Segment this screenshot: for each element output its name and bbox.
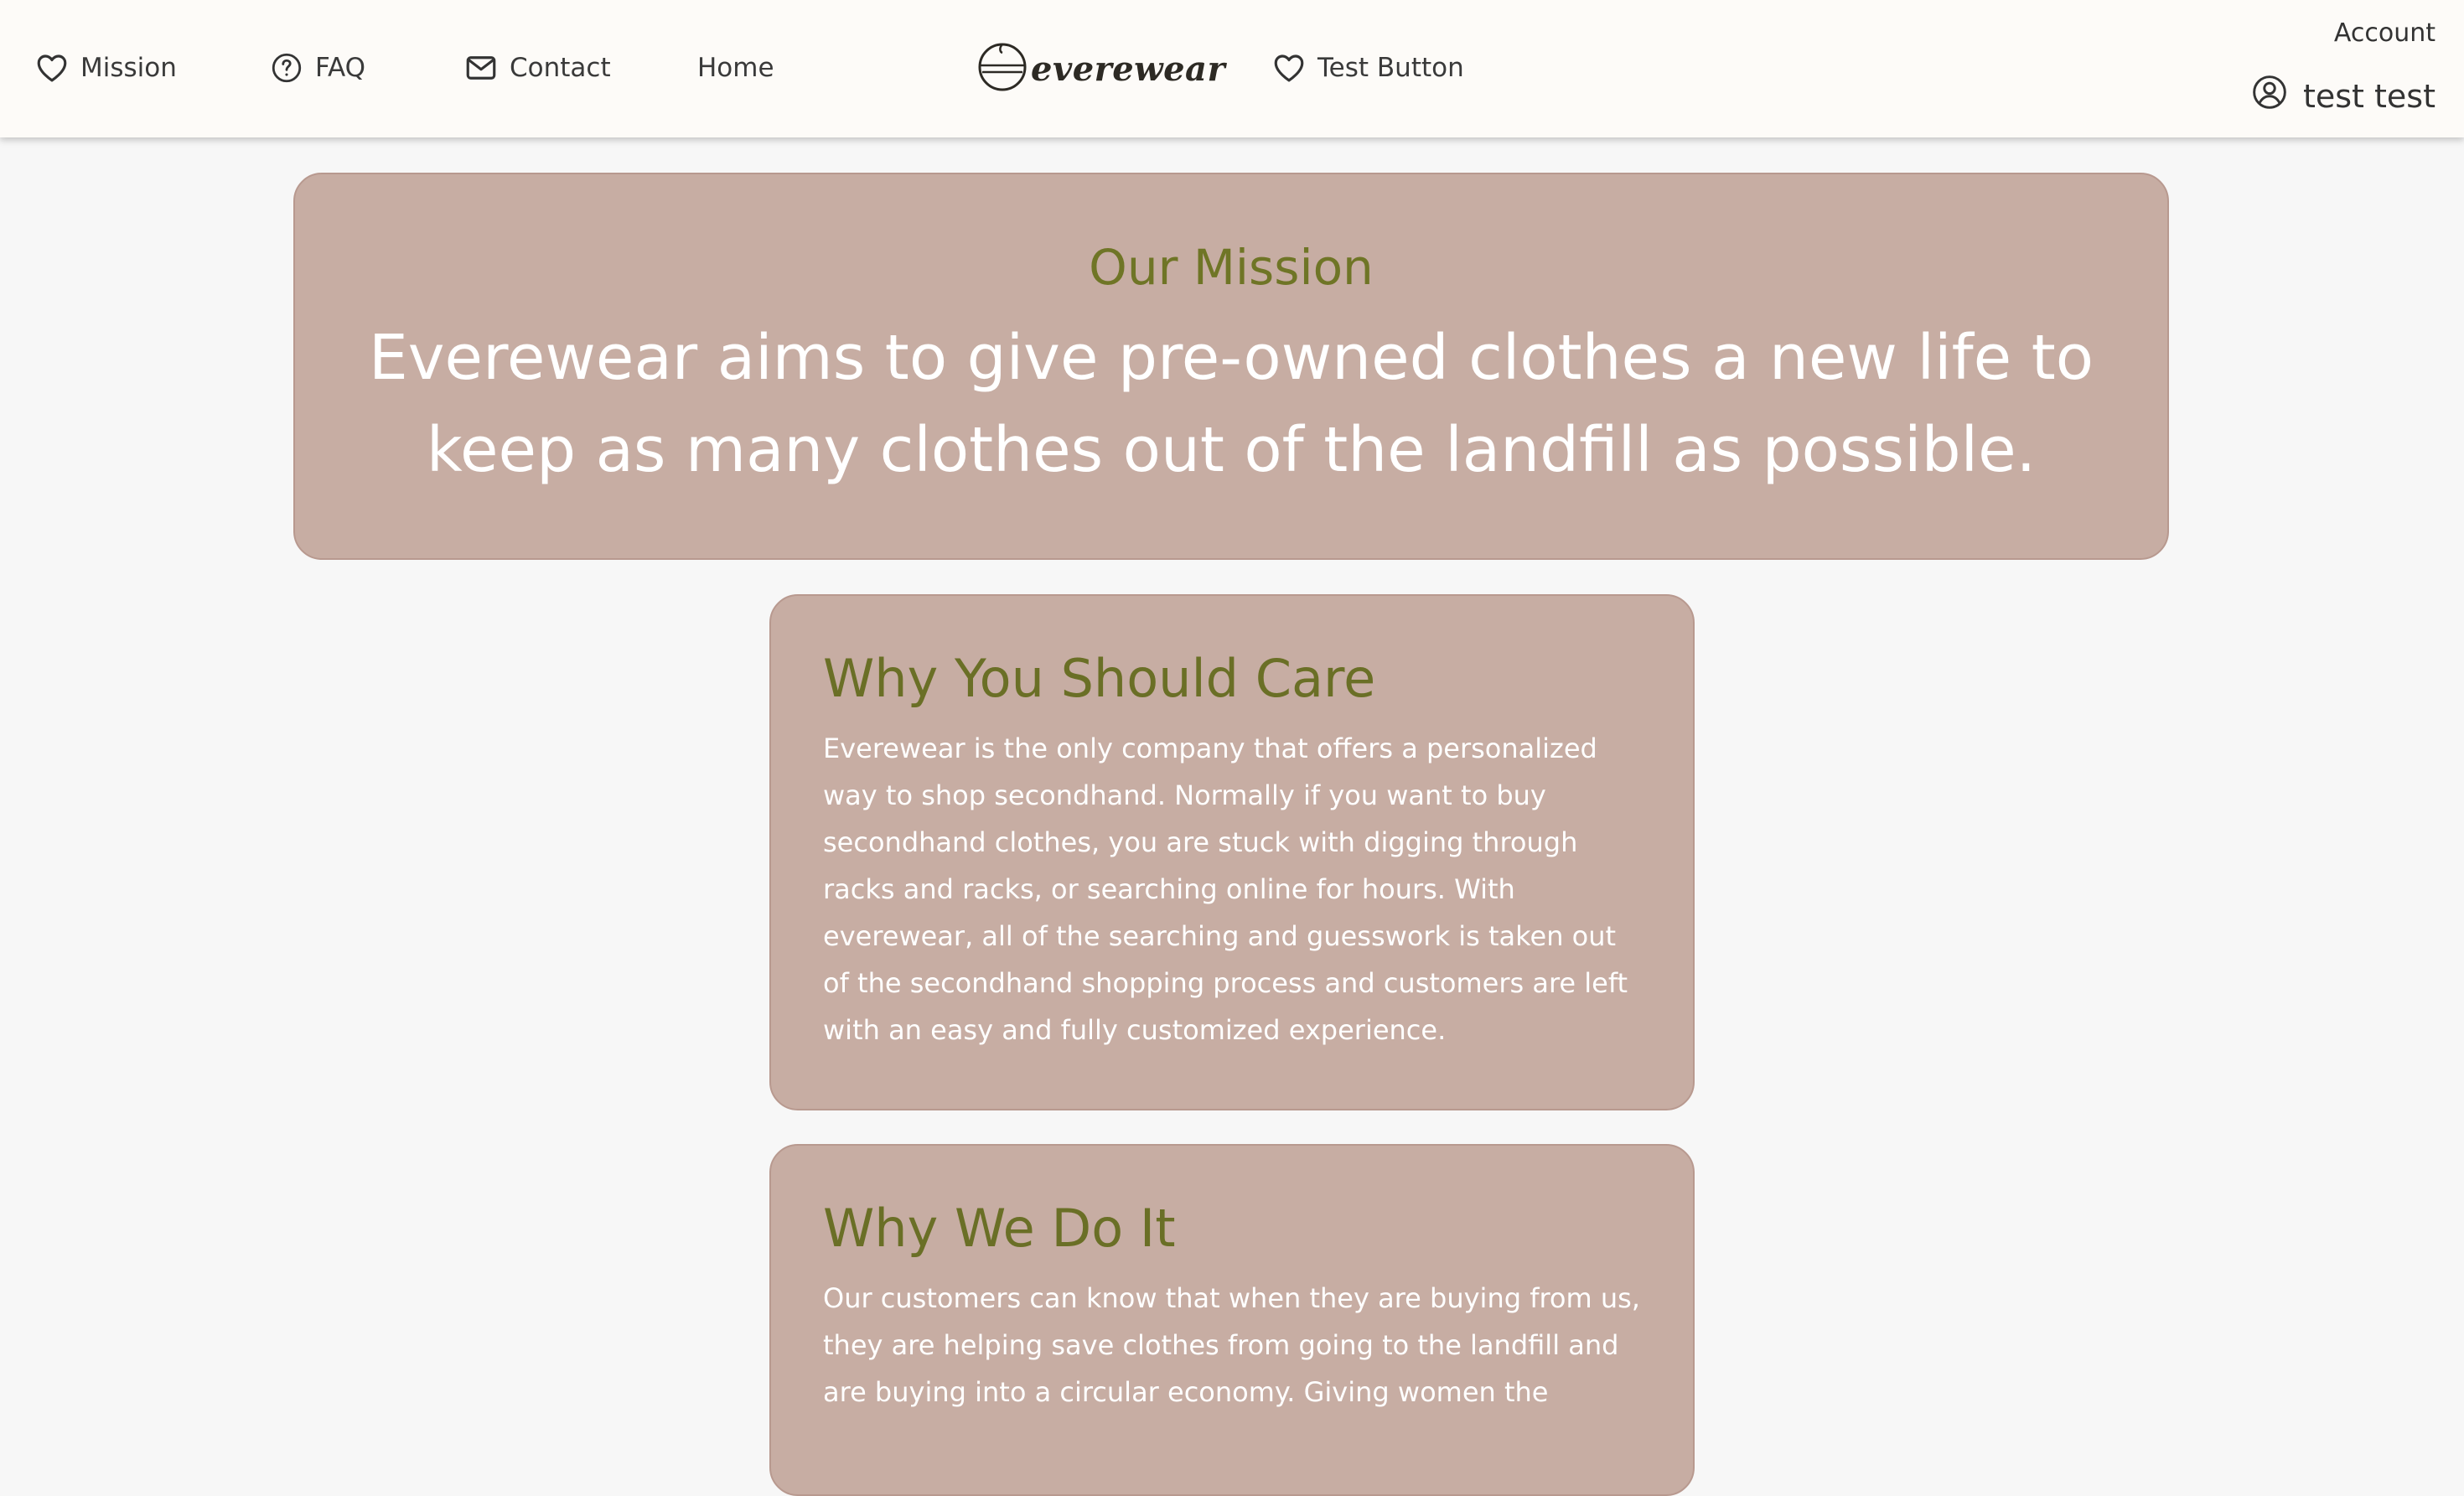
top-navbar: Mission FAQ Contact Home everewear Test … — [0, 0, 2464, 137]
nav-mission-link[interactable]: Mission — [34, 49, 177, 87]
why-we-do-it-text: Our customers can know that when they ar… — [823, 1282, 1640, 1408]
logo-text: everewear — [1031, 49, 1226, 89]
mission-card: Our Mission Everewear aims to give pre-o… — [293, 173, 2169, 560]
question-circle-icon — [268, 49, 305, 86]
nav-faq-link[interactable]: FAQ — [268, 49, 365, 87]
everewear-logo[interactable]: everewear — [976, 42, 1225, 96]
nav-mission-label: Mission — [80, 53, 177, 83]
account-user-name: test test — [2302, 77, 2436, 115]
heart-icon — [1271, 49, 1307, 86]
why-care-text: Everewear is the only company that offer… — [823, 732, 1628, 1046]
nav-faq-label: FAQ — [315, 53, 366, 83]
nav-test-button[interactable]: Test Button — [1271, 49, 1464, 87]
why-care-card: Why You Should Care Everewear is the onl… — [769, 594, 1695, 1110]
nav-test-button-label: Test Button — [1317, 53, 1464, 83]
account-label[interactable]: Account — [2334, 18, 2436, 48]
heart-icon — [34, 49, 70, 86]
hanger-circle-icon — [976, 40, 1029, 97]
nav-contact-label: Contact — [510, 53, 611, 83]
why-care-title: Why You Should Care — [823, 648, 1376, 709]
why-we-do-it-title: Why We Do It — [823, 1198, 1176, 1259]
mission-statement: Everewear aims to give pre-owned clothes… — [369, 322, 2094, 486]
nav-home-label: Home — [697, 53, 774, 83]
nav-contact-link[interactable]: Contact — [463, 49, 611, 87]
account-user-button[interactable]: test test — [2251, 74, 2436, 118]
mission-title: Our Mission — [1089, 239, 1374, 296]
user-circle-icon — [2251, 74, 2303, 118]
envelope-icon — [463, 49, 500, 86]
nav-home-link[interactable]: Home — [697, 49, 774, 87]
why-we-do-it-card: Why We Do It Our customers can know that… — [769, 1144, 1695, 1496]
